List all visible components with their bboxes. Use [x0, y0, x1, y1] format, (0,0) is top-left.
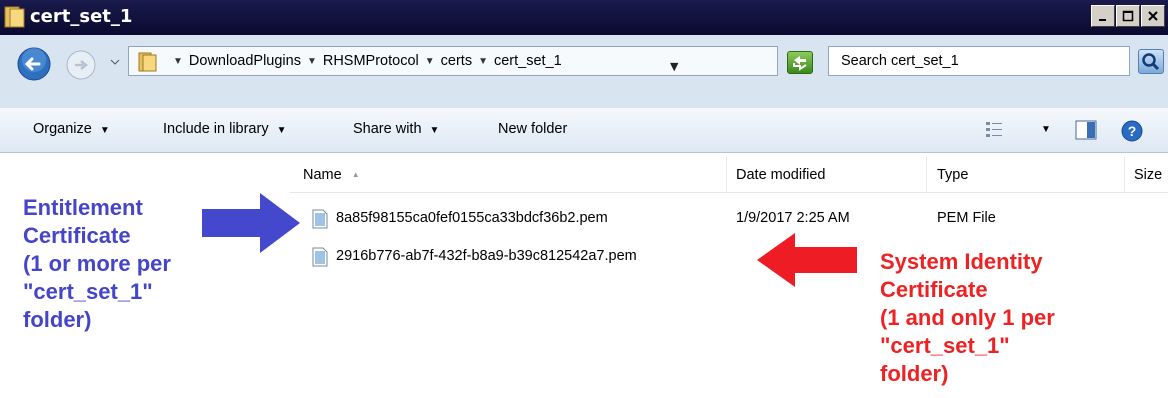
minimize-icon: [1099, 19, 1106, 21]
annotation-line: "cert_set_1": [23, 279, 153, 304]
include-in-library-label: Include in library: [163, 121, 269, 137]
command-bar: Organize ▼ Include in library ▼ Share with…: [0, 108, 1168, 153]
breadcrumb-item[interactable]: RHSMProtocol: [323, 53, 419, 69]
title-bar: cert_set_1: [0, 0, 1168, 35]
annotation-line: folder): [23, 307, 92, 332]
organize-menu[interactable]: Organize ▼: [33, 121, 110, 137]
close-button[interactable]: [1141, 5, 1165, 27]
identity-annotation: System Identity Certificate (1 and only …: [880, 248, 1055, 388]
breadcrumb-item[interactable]: cert_set_1: [494, 53, 562, 69]
annotation-line: (1 or more per: [23, 251, 171, 276]
search-input[interactable]: Search cert_set_1: [828, 46, 1130, 76]
list-item[interactable]: 2916b776-ab7f-432f-b8a9-b39c812542a7.pem: [312, 245, 732, 271]
annotation-line: folder): [880, 361, 949, 386]
column-date-modified-label: Date modified: [736, 166, 826, 183]
pem-file-icon: [312, 209, 328, 229]
column-type-label: Type: [937, 166, 969, 183]
column-size-label: Size: [1134, 166, 1163, 183]
column-name-label: Name: [303, 166, 342, 183]
help-icon[interactable]: ?: [1121, 120, 1143, 142]
annotation-line: Certificate: [880, 277, 988, 302]
entitlement-annotation: Entitlement Certificate (1 or more per "…: [23, 194, 171, 334]
sort-ascending-icon: ▲: [351, 170, 360, 179]
column-name[interactable]: Name ▲: [290, 157, 727, 192]
include-in-library-menu[interactable]: Include in library ▼: [163, 121, 286, 137]
file-type: PEM File: [937, 210, 996, 226]
address-bar[interactable]: ▼ DownloadPlugins ▼ RHSMProtocol ▼ certs…: [128, 46, 778, 76]
history-dropdown-icon[interactable]: [110, 57, 120, 67]
preview-pane-icon[interactable]: [1075, 120, 1097, 140]
chevron-icon[interactable]: ▼: [478, 56, 488, 67]
chevron-icon[interactable]: ▼: [173, 56, 183, 67]
chevron-icon[interactable]: ▼: [425, 56, 435, 67]
window-title: cert_set_1: [30, 6, 133, 27]
annotation-line: Certificate: [23, 223, 131, 248]
pem-file-icon: [312, 247, 328, 267]
annotation-line: (1 and only 1 per: [880, 305, 1055, 330]
column-type[interactable]: Type: [927, 157, 1125, 192]
folder-icon: [4, 6, 25, 28]
maximize-button[interactable]: [1116, 5, 1140, 27]
folder-icon: [138, 52, 157, 72]
close-icon: [1148, 11, 1158, 21]
list-item[interactable]: 8a85f98155ca0fef0155ca33bdcf36b2.pem: [312, 207, 732, 233]
search-icon[interactable]: [1138, 49, 1164, 74]
column-header-row: Name ▲ Date modified Type Size: [290, 157, 1168, 193]
new-folder-button[interactable]: New folder: [498, 121, 567, 137]
blue-arrow-icon: [202, 193, 300, 253]
chevron-down-icon: ▼: [99, 125, 110, 136]
chevron-down-icon[interactable]: ▼: [1041, 124, 1051, 135]
chevron-down-icon: ▼: [276, 125, 287, 136]
file-name: 2916b776-ab7f-432f-b8a9-b39c812542a7.pem: [336, 248, 637, 264]
chevron-icon[interactable]: ▼: [307, 56, 317, 67]
annotation-line: System Identity: [880, 249, 1043, 274]
svg-text:?: ?: [1128, 123, 1137, 139]
file-date-modified: 1/9/2017 2:25 AM: [736, 210, 850, 226]
column-date-modified[interactable]: Date modified: [727, 157, 927, 192]
annotation-line: Entitlement: [23, 195, 143, 220]
breadcrumb-item[interactable]: DownloadPlugins: [189, 53, 301, 69]
view-options-icon[interactable]: [985, 120, 1005, 138]
breadcrumb: ▼ DownloadPlugins ▼ RHSMProtocol ▼ certs…: [173, 47, 562, 75]
chevron-down-icon: ▼: [429, 125, 440, 136]
breadcrumb-item[interactable]: certs: [441, 53, 472, 69]
refresh-icon[interactable]: [787, 51, 813, 74]
column-size[interactable]: Size: [1125, 157, 1168, 192]
red-arrow-icon: [757, 233, 857, 287]
file-name: 8a85f98155ca0fef0155ca33bdcf36b2.pem: [336, 210, 608, 226]
share-with-label: Share with: [353, 121, 422, 137]
annotation-line: "cert_set_1": [880, 333, 1010, 358]
organize-label: Organize: [33, 121, 92, 137]
address-dropdown-icon[interactable]: ▼: [670, 60, 678, 73]
back-arrow-icon[interactable]: [17, 47, 51, 81]
minimize-button[interactable]: [1091, 5, 1115, 27]
maximize-icon: [1122, 10, 1134, 22]
share-with-menu[interactable]: Share with ▼: [353, 121, 439, 137]
forward-arrow-icon[interactable]: [66, 50, 96, 80]
